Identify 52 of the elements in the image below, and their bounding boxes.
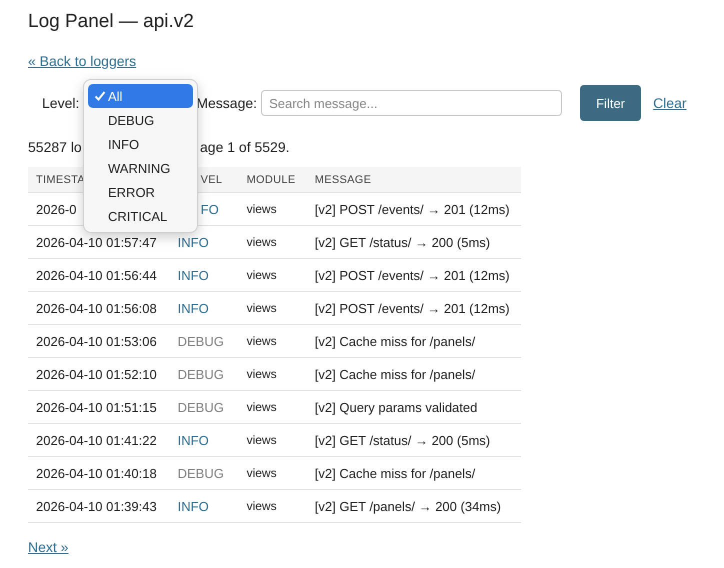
- timestamp-cell: 2026-04-10 01:39:43: [28, 490, 170, 522]
- level-cell: INFO: [170, 258, 239, 292]
- message-cell: [v2] POST /events/ → 201 (12ms): [306, 192, 521, 226]
- timestamp-cell: 2026-04-10 01:41:22: [28, 424, 170, 456]
- module-cell: views: [238, 490, 307, 522]
- module-cell: views: [238, 456, 307, 490]
- message-cell: [v2] POST /events/ → 201 (12ms): [306, 258, 521, 292]
- search-field[interactable]: Search message...: [261, 90, 562, 116]
- menu-item[interactable]: INFO: [88, 132, 193, 156]
- message-cell: [v2] Query params validated: [306, 390, 521, 424]
- level-label: Level:: [42, 95, 80, 111]
- column-header: MODULE: [238, 167, 307, 192]
- timestamp-cell: 2026-04-10 01:56:44: [28, 258, 170, 292]
- level-cell: INFO: [170, 292, 239, 324]
- message-cell: [v2] Cache miss for /panels/: [306, 324, 521, 358]
- menu-item[interactable]: All: [88, 84, 193, 108]
- message-cell: [v2] POST /events/ → 201 (12ms): [306, 292, 521, 324]
- module-cell: views: [238, 424, 307, 456]
- level-cell: INFO: [170, 424, 239, 456]
- level-cell: DEBUG: [170, 324, 239, 358]
- message-cell: [v2] Cache miss for /panels/: [306, 456, 521, 490]
- message-label: Message:: [196, 95, 258, 111]
- level-cell: DEBUG: [170, 456, 239, 490]
- check-icon: [94, 90, 106, 102]
- module-cell: views: [238, 390, 307, 424]
- module-cell: views: [238, 324, 307, 358]
- level-cell: DEBUG: [170, 390, 239, 424]
- page-title: Log Panel — api.v2: [28, 10, 195, 34]
- message-cell: [v2] GET /panels/ → 200 (34ms): [306, 490, 521, 522]
- filter-button[interactable]: Filter: [580, 85, 642, 121]
- module-cell: views: [238, 292, 307, 324]
- timestamp-cell: 2026-04-10 01:40:18: [28, 456, 170, 490]
- module-cell: views: [238, 226, 307, 258]
- timestamp-cell: 2026-04-10 01:53:06: [28, 324, 170, 358]
- message-cell: [v2] Cache miss for /panels/: [306, 358, 521, 390]
- next-link[interactable]: Next »: [28, 539, 68, 555]
- module-cell: views: [238, 258, 307, 292]
- column-header: MESSAGE: [306, 167, 521, 192]
- level-cell: INFO: [170, 490, 239, 522]
- timestamp-cell: 2026-04-10 01:51:15: [28, 390, 170, 424]
- timestamp-cell: 2026-04-10 01:56:08: [28, 292, 170, 324]
- clear-link[interactable]: Clear: [653, 95, 687, 111]
- menu-item[interactable]: DEBUG: [88, 108, 193, 132]
- summary-text: age 1 of 5529.: [200, 139, 290, 155]
- module-cell: views: [238, 358, 307, 390]
- summary-text: 55287 lo: [28, 139, 82, 155]
- timestamp-cell: 2026-04-10 01:52:10: [28, 358, 170, 390]
- module-cell: views: [238, 192, 307, 226]
- message-cell: [v2] GET /status/ → 200 (5ms): [306, 424, 521, 456]
- level-cell: DEBUG: [170, 358, 239, 390]
- message-cell: [v2] GET /status/ → 200 (5ms): [306, 226, 521, 258]
- back-link[interactable]: « Back to loggers: [28, 53, 136, 69]
